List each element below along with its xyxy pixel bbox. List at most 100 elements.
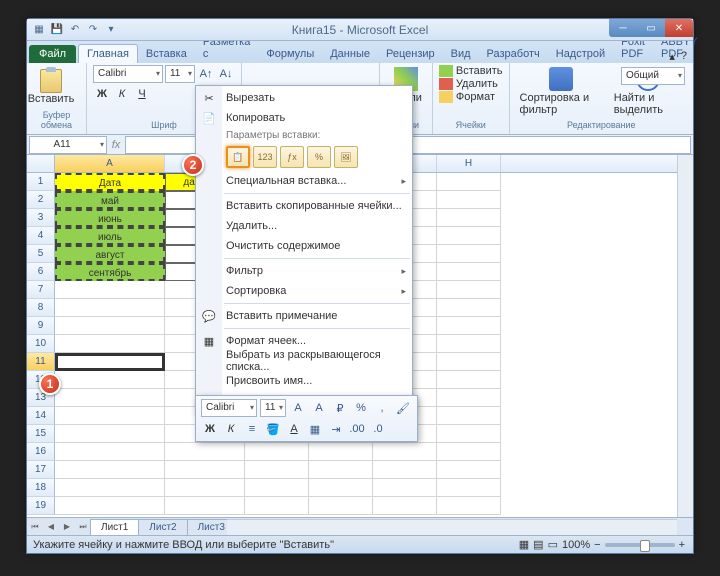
cell[interactable] (55, 299, 165, 317)
cell[interactable]: Дата (55, 173, 165, 191)
mini-fill-color-icon[interactable]: 🪣 (264, 420, 282, 438)
mini-comma-icon[interactable]: , (373, 399, 391, 417)
ctx-delete[interactable]: Удалить... (196, 216, 412, 236)
mini-font-color-icon[interactable]: A (285, 420, 303, 438)
paste-opt-all[interactable]: 📋 (226, 146, 250, 168)
cell[interactable] (55, 389, 165, 407)
row-header[interactable]: 4 (27, 227, 55, 245)
ctx-assign-name[interactable]: Присвоить имя... (196, 371, 412, 391)
tab-review[interactable]: Рецензир (378, 45, 443, 63)
row-header[interactable]: 18 (27, 479, 55, 497)
cell[interactable]: июнь (55, 209, 165, 227)
mini-decrease-decimal-icon[interactable]: .0 (369, 420, 387, 438)
cell[interactable] (437, 389, 501, 407)
mini-shrink-font-icon[interactable]: A (310, 399, 328, 417)
fx-icon[interactable]: fx (107, 139, 125, 151)
underline-icon[interactable]: Ч (133, 85, 151, 103)
cell[interactable] (437, 461, 501, 479)
cell[interactable] (55, 425, 165, 443)
grow-font-icon[interactable]: A↑ (197, 65, 215, 83)
cell[interactable] (165, 479, 245, 497)
row-header[interactable]: 15 (27, 425, 55, 443)
cell[interactable] (309, 461, 373, 479)
mini-currency-icon[interactable]: ₽ (331, 399, 349, 417)
cell[interactable] (373, 479, 437, 497)
paste-opt-picture[interactable]: 🖼 (334, 146, 358, 168)
row-header[interactable]: 10 (27, 335, 55, 353)
cell[interactable] (437, 479, 501, 497)
cell[interactable] (55, 353, 165, 371)
cell[interactable]: август (55, 245, 165, 263)
cell[interactable] (437, 335, 501, 353)
cell[interactable] (437, 443, 501, 461)
row-header[interactable]: 1 (27, 173, 55, 191)
paste-button[interactable]: Вставить (33, 65, 69, 109)
cell[interactable] (373, 443, 437, 461)
cell[interactable]: июль (55, 227, 165, 245)
row-header[interactable]: 16 (27, 443, 55, 461)
sheet-tab-1[interactable]: Лист1 (90, 519, 139, 535)
tab-insert[interactable]: Вставка (138, 45, 195, 63)
mini-bold-icon[interactable]: Ж (201, 420, 219, 438)
file-tab[interactable]: Файл (29, 45, 76, 63)
undo-icon[interactable]: ↶ (67, 22, 83, 38)
ctx-filter[interactable]: Фильтр (196, 261, 412, 281)
sheet-nav-last[interactable]: ⏭ (75, 519, 91, 535)
maximize-button[interactable]: ▭ (637, 19, 665, 37)
cell[interactable] (437, 425, 501, 443)
ctx-paste-special[interactable]: Специальная вставка... (196, 171, 412, 191)
ctx-clear[interactable]: Очистить содержимое (196, 236, 412, 256)
sheet-tab-2[interactable]: Лист2 (138, 519, 187, 535)
row-header[interactable]: 5 (27, 245, 55, 263)
ctx-sort[interactable]: Сортировка (196, 281, 412, 301)
cell[interactable] (309, 497, 373, 515)
tab-developer[interactable]: Разработч (479, 45, 548, 63)
cell[interactable] (437, 245, 501, 263)
select-all-corner[interactable] (27, 155, 55, 172)
cell[interactable] (437, 281, 501, 299)
cell[interactable] (373, 461, 437, 479)
row-header[interactable]: 2 (27, 191, 55, 209)
cell[interactable] (373, 497, 437, 515)
cells-insert-button[interactable]: Вставить (439, 65, 503, 77)
tab-home[interactable]: Главная (78, 44, 138, 63)
row-header[interactable]: 6 (27, 263, 55, 281)
close-button[interactable]: ✕ (665, 19, 693, 37)
mini-center-icon[interactable]: ≡ (243, 420, 261, 438)
help-icon[interactable]: ? (681, 50, 687, 63)
italic-icon[interactable]: К (113, 85, 131, 103)
cell[interactable] (165, 443, 245, 461)
cell[interactable] (309, 479, 373, 497)
redo-icon[interactable]: ↷ (85, 22, 101, 38)
mini-grow-font-icon[interactable]: A (289, 399, 307, 417)
number-format-combo[interactable]: Общий (621, 67, 685, 85)
zoom-out-icon[interactable]: − (594, 539, 600, 551)
bold-icon[interactable]: Ж (93, 85, 111, 103)
cell[interactable] (55, 335, 165, 353)
row-header[interactable]: 9 (27, 317, 55, 335)
cell[interactable] (437, 299, 501, 317)
view-layout-icon[interactable]: ▤ (533, 538, 543, 551)
cell[interactable] (165, 461, 245, 479)
zoom-level[interactable]: 100% (562, 539, 590, 551)
save-icon[interactable]: 💾 (49, 22, 65, 38)
cell[interactable] (55, 371, 165, 389)
tab-view[interactable]: Вид (443, 45, 479, 63)
cell[interactable] (309, 443, 373, 461)
mini-italic-icon[interactable]: К (222, 420, 240, 438)
zoom-in-icon[interactable]: + (679, 539, 685, 551)
row-header[interactable]: 11 (27, 353, 55, 371)
col-header-a[interactable]: A (55, 155, 165, 172)
vertical-scrollbar[interactable] (677, 155, 693, 525)
cell[interactable]: сентябрь (55, 263, 165, 281)
cell[interactable] (55, 281, 165, 299)
qat-dropdown-icon[interactable]: ▾ (103, 22, 119, 38)
sheet-nav-next[interactable]: ▶ (59, 519, 75, 535)
cell[interactable] (437, 371, 501, 389)
name-box[interactable]: A11 (29, 136, 107, 154)
mini-borders-icon[interactable]: ▦ (306, 420, 324, 438)
cell[interactable] (55, 479, 165, 497)
horizontal-scrollbar[interactable] (227, 519, 677, 535)
ctx-dropdown-pick[interactable]: Выбрать из раскрывающегося списка... (196, 351, 412, 371)
cell[interactable] (245, 497, 309, 515)
